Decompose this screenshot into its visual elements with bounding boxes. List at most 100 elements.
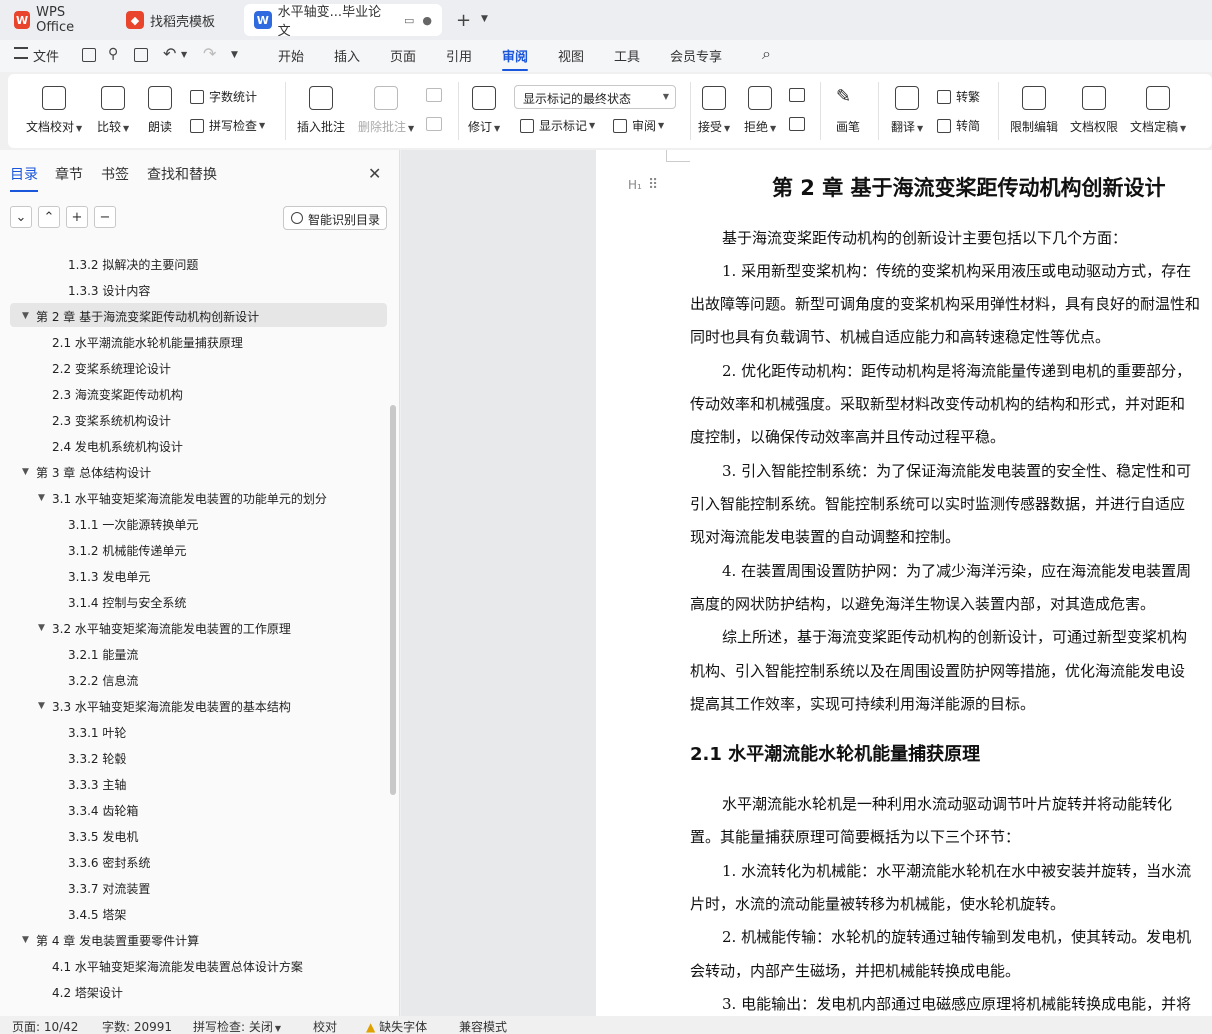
next-change-icon[interactable] (789, 117, 805, 131)
toc-item[interactable]: 3.2.1 能量流 (68, 646, 138, 663)
toc-item[interactable]: 3.3.6 密封系统 (68, 854, 150, 871)
drag-handle-icon[interactable]: ⠿ (648, 177, 658, 193)
menu-tools[interactable]: 工具 (614, 46, 640, 65)
toc-item[interactable]: ▼ 第 2 章 基于海流变桨距传动机构创新设计 (22, 308, 259, 325)
restrict-edit-button[interactable]: 限制编辑 (1010, 86, 1058, 135)
tab-list-chevron-icon[interactable]: ▼ (481, 14, 488, 24)
toc-item[interactable]: 3.1.2 机械能传递单元 (68, 542, 186, 559)
tab-wps-office[interactable]: W WPS Office (4, 4, 110, 36)
toc-item[interactable]: ▼ 第 3 章 总体结构设计 (22, 464, 151, 481)
hamburger-icon[interactable] (14, 47, 28, 59)
toc-item[interactable]: 3.1.4 控制与安全系统 (68, 594, 186, 611)
share-icon[interactable]: ⚲ (108, 46, 118, 62)
compare-button[interactable]: 比较 ▼ (97, 86, 129, 135)
reject-button[interactable]: 拒绝 ▼ (744, 86, 776, 135)
show-markup-button[interactable]: 显示标记 ▼ (520, 117, 595, 134)
monitor-icon[interactable]: ▭ (404, 14, 414, 27)
document-page[interactable]: H₁ ⠿ 第 2 章 基于海流变桨距传动机构创新设计 基于海流变桨距传动机构的创… (596, 150, 1212, 1016)
toc-item[interactable]: 1.3.3 设计内容 (68, 282, 150, 299)
tab-document[interactable]: W 水平轴变...毕业论文 ▭ ● (244, 4, 442, 39)
review-pane-button[interactable]: 审阅 ▼ (613, 117, 664, 134)
expand-triangle-icon[interactable]: ▼ (38, 493, 45, 503)
toc-item[interactable]: 2.2 变桨系统理论设计 (52, 360, 171, 377)
toc-item[interactable]: 2.3 海流变桨距传动机构 (52, 386, 183, 403)
menu-references[interactable]: 引用 (446, 46, 472, 65)
to-simplified-button[interactable]: 转简 (937, 117, 980, 134)
tab-toc[interactable]: 目录 (10, 164, 38, 192)
expand-triangle-icon[interactable]: ▼ (22, 467, 29, 477)
tab-template[interactable]: ◆ 找稻壳模板 (116, 4, 238, 36)
toc-item[interactable]: ▼ 3.1 水平轴变矩桨海流能发电装置的功能单元的划分 (38, 490, 327, 507)
doc-check-button[interactable]: 文档校对 ▼ (26, 86, 82, 135)
redo-icon[interactable]: ↷ (203, 44, 216, 63)
toc-item[interactable]: 3.3.3 主轴 (68, 776, 126, 793)
remove-heading-minus-icon[interactable]: − (94, 206, 116, 228)
expand-triangle-icon[interactable]: ▼ (22, 935, 29, 945)
accept-button[interactable]: 接受 ▼ (698, 86, 730, 135)
prev-change-icon[interactable] (789, 88, 805, 102)
toc-item[interactable]: 3.3.4 齿轮箱 (68, 802, 138, 819)
search-icon[interactable]: ⌕ (762, 44, 771, 64)
toc-item[interactable]: 4.2 塔架设计 (52, 984, 123, 1001)
menu-file[interactable]: 文件 (33, 46, 59, 65)
proofread-indicator[interactable]: 校对 (313, 1018, 337, 1034)
insert-comment-button[interactable]: 插入批注 (297, 86, 345, 135)
new-tab-plus-icon[interactable]: + (456, 10, 471, 31)
menu-member[interactable]: 会员专享 (670, 46, 722, 65)
add-heading-plus-icon[interactable]: + (66, 206, 88, 228)
read-aloud-button[interactable]: 朗读 (148, 86, 172, 135)
menu-insert[interactable]: 插入 (334, 46, 360, 65)
markup-state-select[interactable]: 显示标记的最终状态 ▼ (514, 85, 676, 109)
toc-scrollbar[interactable] (390, 405, 396, 795)
toc-item[interactable]: 3.3.1 叶轮 (68, 724, 126, 741)
prev-comment-icon[interactable] (426, 88, 442, 102)
toc-item[interactable]: 1.3.2 拟解决的主要问题 (68, 256, 198, 273)
smart-toc-button[interactable]: 智能识别目录 (283, 206, 387, 230)
toc-item[interactable]: 3.1.3 发电单元 (68, 568, 150, 585)
unsaved-dot-icon[interactable]: ● (422, 14, 432, 27)
print-preview-icon[interactable] (134, 48, 148, 62)
toc-item[interactable]: 3.3.5 发电机 (68, 828, 138, 845)
toc-item[interactable]: 2.3 变桨系统机构设计 (52, 412, 171, 429)
expand-triangle-icon[interactable]: ▼ (22, 311, 29, 321)
delete-comment-button[interactable]: 删除批注 ▼ (358, 86, 414, 135)
word-count-button[interactable]: 字数统计 (190, 88, 257, 105)
spell-check-indicator[interactable]: 拼写检查: 关闭 ▼ (193, 1018, 281, 1034)
toc-item[interactable]: 3.3.2 轮毂 (68, 750, 126, 767)
collapse-chevron-down-icon[interactable]: ⌄ (10, 206, 32, 228)
missing-font-indicator[interactable]: ▲ 缺失字体 (366, 1018, 427, 1034)
undo-icon[interactable]: ↶ (163, 44, 176, 63)
tab-bookmarks[interactable]: 书签 (101, 164, 129, 184)
doc-finalize-button[interactable]: 文档定稿 ▼ (1130, 86, 1186, 135)
toc-item[interactable]: 3.4.5 塔架 (68, 906, 126, 923)
toc-item[interactable]: ▼ 3.2 水平轴变矩桨海流能发电装置的工作原理 (38, 620, 291, 637)
doc-permission-button[interactable]: 文档权限 (1070, 86, 1118, 135)
to-traditional-button[interactable]: 转繁 (937, 88, 980, 105)
toc-item[interactable]: 3.3.7 对流装置 (68, 880, 150, 897)
toc-item[interactable]: 2.1 水平潮流能水轮机能量捕获原理 (52, 334, 243, 351)
page-indicator[interactable]: 页面: 10/42 (12, 1018, 78, 1034)
chevron-up-icon[interactable]: ⌃ (38, 206, 60, 228)
menu-review[interactable]: 审阅 (502, 46, 529, 71)
undo-dropdown-icon[interactable]: ▼ (181, 50, 187, 59)
next-comment-icon[interactable] (426, 117, 442, 131)
word-count-indicator[interactable]: 字数: 20991 (102, 1018, 172, 1034)
quick-access-chevron-icon[interactable]: ▼ (231, 50, 238, 60)
toc-item[interactable]: 4.1 水平轴变矩桨海流能发电装置总体设计方案 (52, 958, 303, 975)
spell-check-button[interactable]: 拼写检查 ▼ (190, 117, 265, 134)
heading-marker-icon[interactable]: H₁ (628, 178, 642, 192)
translate-button[interactable]: 翻译 ▼ (891, 86, 923, 135)
toc-item[interactable]: ▼ 3.3 水平轴变矩桨海流能发电装置的基本结构 (38, 698, 291, 715)
close-icon[interactable]: ✕ (368, 164, 381, 183)
toc-item[interactable]: ▼ 第 4 章 发电装置重要零件计算 (22, 932, 199, 949)
expand-triangle-icon[interactable]: ▼ (38, 701, 45, 711)
menu-home[interactable]: 开始 (278, 46, 304, 65)
menu-view[interactable]: 视图 (558, 46, 584, 65)
toc-item[interactable]: 3.1.1 一次能源转换单元 (68, 516, 198, 533)
tab-chapters[interactable]: 章节 (55, 164, 83, 184)
menu-page[interactable]: 页面 (390, 46, 416, 65)
tab-find-replace[interactable]: 查找和替换 (147, 164, 217, 184)
expand-triangle-icon[interactable]: ▼ (38, 623, 45, 633)
toc-item[interactable]: 3.2.2 信息流 (68, 672, 138, 689)
toc-item[interactable]: 2.4 发电机系统机构设计 (52, 438, 183, 455)
